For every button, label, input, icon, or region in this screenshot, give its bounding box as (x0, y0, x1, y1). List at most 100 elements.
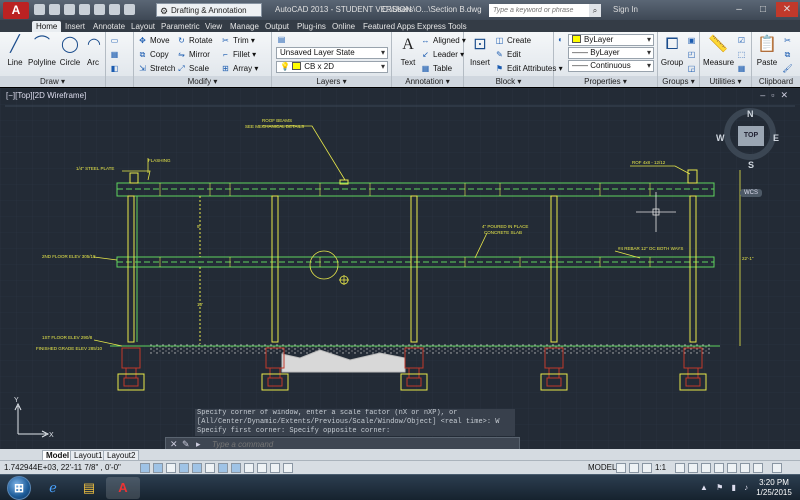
annotation-scale-value[interactable]: 1:1 (655, 463, 666, 472)
layer-properties-icon[interactable]: ▤ (276, 34, 289, 45)
viewcube-west[interactable]: W (716, 133, 725, 143)
layers-panel-title[interactable]: Layers ▾ (272, 76, 391, 87)
move-button[interactable]: ✥ Move (137, 35, 169, 46)
current-layer-dropdown[interactable]: 💡 CB x 2D (276, 61, 388, 73)
hatch-icon[interactable]: ▦ (109, 49, 122, 60)
table-button[interactable]: ▦ Table (420, 63, 452, 74)
tab-featured-apps[interactable]: Featured Apps (363, 21, 415, 32)
wcs-menu[interactable]: WCS (740, 189, 762, 197)
copy-clip-icon[interactable]: ⧉ (782, 49, 795, 60)
gradient-icon[interactable]: ◧ (109, 63, 122, 74)
quick-view-layouts-icon[interactable] (616, 463, 626, 473)
tab-view[interactable]: View (205, 21, 222, 32)
open-icon[interactable] (49, 4, 60, 15)
rectangle-icon[interactable]: ▭ (109, 35, 122, 46)
close-icon[interactable]: ✕ (776, 2, 798, 17)
tab-online[interactable]: Online (332, 21, 355, 32)
viewport-window-controls[interactable]: –▫✕ (760, 90, 794, 101)
properties-panel-title[interactable]: Properties ▾ (554, 76, 657, 87)
start-button[interactable]: ⊞ (7, 476, 31, 500)
circle-button[interactable]: ◯ Circle (58, 34, 82, 67)
annotation-visibility-icon[interactable] (675, 463, 685, 473)
match-properties-icon[interactable]: ◐ (555, 34, 568, 45)
workspace-dropdown[interactable]: Drafting & Annotation (156, 3, 262, 18)
line-button[interactable]: ╱ Line (4, 34, 26, 67)
leader-button[interactable]: ↙ Leader ▾ (420, 49, 464, 60)
lock-icon[interactable] (714, 463, 724, 473)
file-explorer-icon[interactable]: ▤ (72, 477, 106, 499)
save-as-icon[interactable] (79, 4, 90, 15)
draw-panel-title[interactable]: Draw ▾ (0, 76, 105, 87)
autocad-taskbar-icon[interactable]: A (106, 477, 140, 499)
viewcube-north[interactable]: N (747, 109, 754, 119)
otrack-toggle[interactable] (205, 463, 215, 473)
ungroup-icon[interactable]: ▣ (686, 35, 699, 46)
annotation-panel-title[interactable]: Annotation ▾ (392, 76, 463, 87)
arc-button[interactable]: ◠ Arc (83, 34, 103, 67)
tab-manage[interactable]: Manage (230, 21, 259, 32)
match-icon[interactable]: 🖌 (782, 63, 795, 74)
group-selection-icon[interactable]: ◲ (686, 63, 699, 74)
select-all-icon[interactable]: ⬚ (736, 49, 749, 60)
layer-state-dropdown[interactable]: Unsaved Layer State (276, 47, 388, 59)
modify-panel-title[interactable]: Modify ▾ (134, 76, 271, 87)
group-edit-icon[interactable]: ◰ (686, 49, 699, 60)
tab-insert[interactable]: Insert (65, 21, 85, 32)
search-icon[interactable]: ⌕ (589, 4, 601, 17)
clean-screen-icon[interactable] (772, 463, 782, 473)
undo-icon[interactable] (109, 4, 120, 15)
maximize-icon[interactable]: □ (752, 2, 774, 17)
auto-scale-icon[interactable] (688, 463, 698, 473)
lineweight-dropdown[interactable]: —— ByLayer (568, 47, 654, 59)
lwt-toggle[interactable] (244, 463, 254, 473)
osnap-toggle[interactable] (192, 463, 202, 473)
measure-button[interactable]: 📏 Measure (703, 34, 734, 67)
quick-select-icon[interactable]: ☑ (736, 35, 749, 46)
rotate-button[interactable]: ↻ Rotate (176, 35, 212, 46)
workspace-switch-icon[interactable] (701, 463, 711, 473)
tab-home[interactable]: Home (32, 21, 62, 32)
model-space-button[interactable]: MODEL (588, 463, 616, 472)
snap-toggle[interactable] (140, 463, 150, 473)
group-button[interactable]: ⧠ Group (660, 34, 684, 67)
insert-button[interactable]: ⊡ Insert (468, 34, 492, 67)
tpy-toggle[interactable] (257, 463, 267, 473)
autocad-logo-button[interactable]: A (3, 2, 29, 19)
clipboard-panel-title[interactable]: Clipboard (752, 76, 800, 87)
tab-express-tools[interactable]: Express Tools (417, 21, 467, 32)
cut-icon[interactable]: ✂ (782, 35, 795, 46)
linetype-dropdown[interactable]: —— Continuous (568, 60, 654, 72)
color-dropdown[interactable]: ByLayer (568, 34, 654, 46)
mirror-button[interactable]: ⇋ Mirror (176, 49, 210, 60)
groups-panel-title[interactable]: Groups ▾ (658, 76, 699, 87)
trim-button[interactable]: ✂ Trim ▾ (220, 35, 255, 46)
save-icon[interactable] (64, 4, 75, 15)
array-button[interactable]: ⊞ Array ▾ (220, 63, 258, 74)
calculator-icon[interactable]: ▦ (736, 63, 749, 74)
paste-button[interactable]: 📋 Paste (755, 34, 779, 67)
copy-button[interactable]: ⧉ Copy (137, 49, 169, 60)
coordinate-readout[interactable]: 1.742944E+03, 22'-11 7/8" , 0'-0" (4, 463, 121, 472)
fillet-button[interactable]: ⌐ Fillet ▾ (220, 49, 256, 60)
tab-annotate[interactable]: Annotate (93, 21, 125, 32)
tab-output[interactable]: Output (265, 21, 289, 32)
edit-block-button[interactable]: ✎ Edit (494, 49, 521, 60)
ducs-toggle[interactable] (218, 463, 228, 473)
status-menu-icon[interactable] (753, 463, 763, 473)
tab-model[interactable]: Model (42, 450, 74, 460)
drawing-canvas[interactable]: Y X ROOF BEAMS SEE MECHANICAL DETAILS 1/… (0, 88, 800, 460)
system-tray[interactable]: ▲ ⚑ ▮ ♪ (700, 483, 751, 492)
tab-plugins[interactable]: Plug-ins (297, 21, 326, 32)
viewcube-top-face[interactable]: TOP (738, 126, 764, 146)
create-block-button[interactable]: ◫ Create (494, 35, 531, 46)
new-icon[interactable] (34, 4, 45, 15)
quick-view-drawings-icon[interactable] (629, 463, 639, 473)
scale-button[interactable]: ⤢ Scale (176, 63, 209, 74)
plot-icon[interactable] (94, 4, 105, 15)
text-button[interactable]: A Text (396, 34, 420, 67)
internet-explorer-icon[interactable]: ℯ (36, 477, 70, 499)
stretch-button[interactable]: ⇲ Stretch (137, 63, 175, 74)
drawing-viewport[interactable]: Y X ROOF BEAMS SEE MECHANICAL DETAILS 1/… (0, 88, 800, 460)
system-clock[interactable]: 3:20 PM 1/25/2015 (752, 478, 796, 498)
search-input[interactable] (489, 4, 589, 17)
